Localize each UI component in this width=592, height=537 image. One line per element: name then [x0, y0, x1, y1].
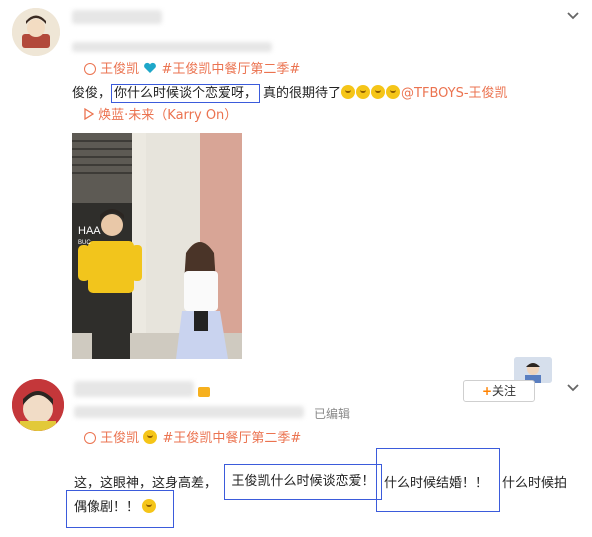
- post2-meta-redacted: [74, 406, 304, 418]
- topic-tag-link[interactable]: #王俊凯中餐厅第二季#: [162, 431, 301, 446]
- post1-avatar[interactable]: [12, 8, 60, 56]
- post1-meta-redacted: [72, 42, 272, 52]
- post1-music-row[interactable]: 焕蓝·未来（Karry On）: [84, 107, 237, 125]
- music-label[interactable]: 焕蓝·未来（Karry On）: [98, 108, 237, 123]
- chevron-down-icon: [567, 12, 579, 20]
- storefront-sign: HAA BUC: [78, 225, 101, 249]
- super-topic-icon: [84, 63, 96, 75]
- super-topic-icon: [84, 432, 96, 444]
- emoji-icon: [341, 85, 356, 99]
- post2-avatar[interactable]: [12, 379, 64, 431]
- blue-heart-icon: [144, 62, 157, 73]
- storefront-small: BUC: [78, 240, 91, 246]
- play-icon: [84, 107, 95, 121]
- emoji-icon: [371, 85, 386, 99]
- emoji-icon: [386, 85, 401, 99]
- post2-text-line2: 偶像剧！！: [74, 499, 157, 517]
- post1-text-row: 俊俊， 你什么时候谈个恋爱呀， 真的很期待了 @TFBOYS-王俊凯: [72, 84, 508, 103]
- storefront-letters: HAA: [78, 225, 101, 237]
- post2-line2-text: 偶像剧！！: [74, 500, 140, 515]
- emoji-icon: [143, 430, 158, 444]
- post1-highlight-box: 你什么时候谈个恋爱呀，: [111, 84, 261, 103]
- post1-menu-chevron[interactable]: [566, 8, 580, 24]
- post2-badge: [198, 387, 210, 397]
- emoji-icon: [356, 85, 371, 99]
- post2-topic-row: 王俊凯 #王俊凯中餐厅第二季#: [84, 430, 301, 448]
- crying-emoji-icon: [142, 499, 157, 513]
- post1-photo[interactable]: HAA BUC: [72, 133, 242, 359]
- follow-button[interactable]: +关注: [463, 380, 535, 402]
- post1-text-prefix: 俊俊，: [72, 86, 112, 101]
- post2-highlight-box-1: 王俊凯什么时候谈恋爱！: [224, 464, 382, 500]
- post2-username-redacted: [74, 381, 194, 397]
- post2-menu-chevron[interactable]: [566, 378, 580, 397]
- topic-user-link[interactable]: 王俊凯: [100, 431, 139, 446]
- topic-user-link[interactable]: 王俊凯: [100, 62, 139, 77]
- mention-link[interactable]: @TFBOYS-王俊凯: [401, 86, 508, 101]
- post2-edited-label: 已编辑: [314, 407, 351, 421]
- chevron-down-icon: [567, 384, 579, 392]
- post2-text-after: 什么时候拍: [502, 476, 568, 491]
- avatar-illustration: [12, 379, 64, 431]
- topic-tag-link[interactable]: #王俊凯中餐厅第二季#: [161, 62, 300, 77]
- follow-label: 关注: [492, 384, 517, 398]
- plus-icon: +: [481, 384, 493, 398]
- post1-text-boxed: 你什么时候谈个恋爱呀，: [114, 86, 258, 101]
- post2-text-boxed2: 什么时候结婚！！: [384, 476, 489, 491]
- avatar-illustration: [12, 8, 60, 56]
- post1-topic-row: 王俊凯 #王俊凯中餐厅第二季#: [84, 61, 300, 79]
- post2-text-boxed1: 王俊凯什么时候谈恋爱！: [231, 474, 375, 489]
- post1-username-redacted: [72, 10, 162, 24]
- post1-text-after: 真的很期待了: [263, 86, 342, 101]
